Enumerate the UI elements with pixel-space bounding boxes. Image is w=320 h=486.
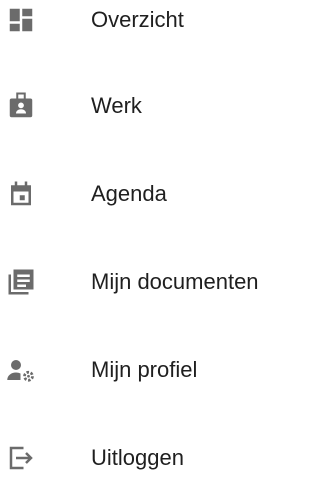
menu-item-label: Uitloggen <box>91 445 184 470</box>
dashboard-icon <box>6 5 36 35</box>
menu-item-label: Overzicht <box>91 7 184 32</box>
menu-item-mijn-profiel[interactable]: Mijn profiel <box>0 342 291 398</box>
menu-item-label: Mijn documenten <box>91 269 259 294</box>
profile-settings-icon <box>6 355 36 385</box>
work-badge-icon <box>6 91 36 121</box>
menu-item-werk[interactable]: Werk <box>0 78 291 134</box>
calendar-icon <box>6 179 36 209</box>
menu-item-overzicht[interactable]: Overzicht <box>0 0 291 48</box>
menu-item-label: Agenda <box>91 181 167 206</box>
menu-item-mijn-documenten[interactable]: Mijn documenten <box>0 254 291 310</box>
logout-icon <box>6 443 36 473</box>
navigation-menu: Overzicht Werk Agenda Mijn documenten Mi… <box>0 0 291 477</box>
menu-item-uitloggen[interactable]: Uitloggen <box>0 430 291 486</box>
documents-icon <box>6 267 36 297</box>
menu-item-agenda[interactable]: Agenda <box>0 166 291 222</box>
menu-item-label: Werk <box>91 93 142 118</box>
menu-item-label: Mijn profiel <box>91 357 198 382</box>
